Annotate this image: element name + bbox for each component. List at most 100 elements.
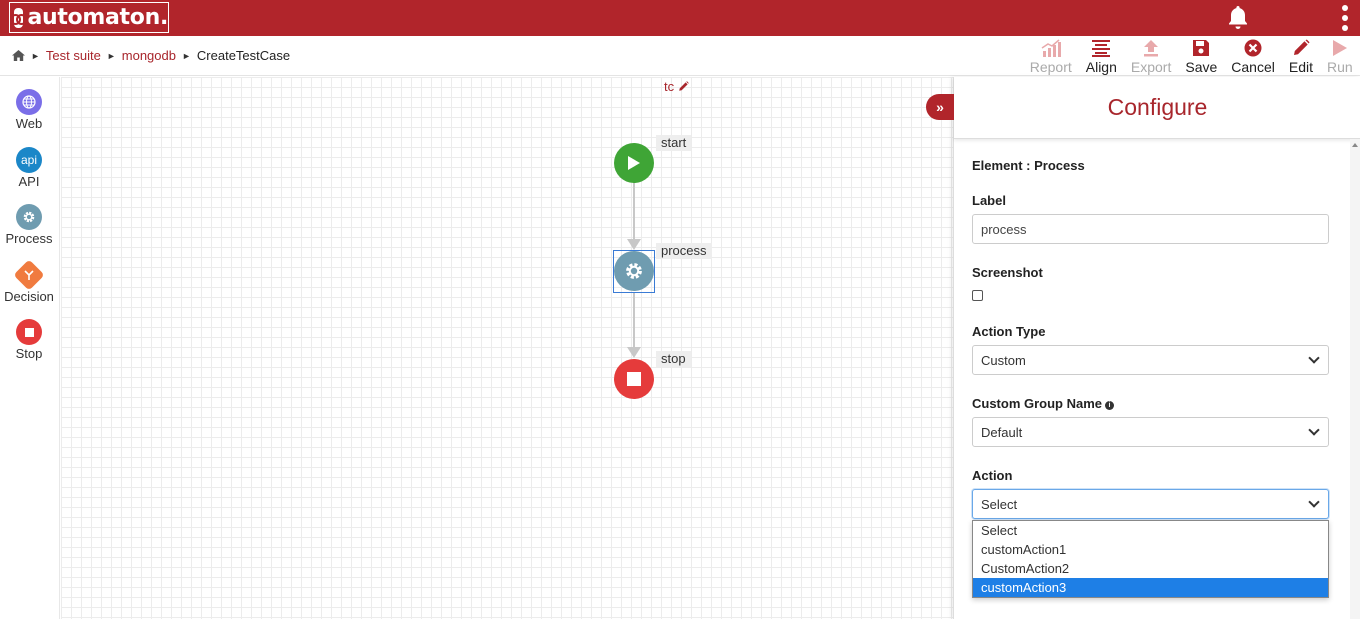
double-chevron-right-icon: » [936,99,944,115]
connector-start-process [633,182,635,240]
panel-header: Configure [954,77,1360,139]
element-palette: Web api API Process Decision Stop [0,77,60,619]
palette-process-label: Process [5,231,53,246]
palette-web[interactable]: Web [0,89,58,131]
configure-panel: Configure Element : Process Label Screen… [953,77,1360,619]
breadcrumb-test-suite[interactable]: Test suite [46,48,101,63]
breadcrumb: ► Test suite ► mongodb ► CreateTestCase [12,48,290,63]
edit-pencil-icon [1293,39,1310,55]
scroll-up-icon[interactable] [1352,143,1358,147]
api-icon: api [16,147,42,173]
edit-label: Edit [1288,59,1313,75]
stop-node[interactable] [614,359,654,399]
app-name: automaton. [27,5,168,30]
toolbar: Report Align Export Save Cancel Edit Run [1023,38,1360,75]
align-button[interactable]: Align [1079,38,1124,75]
home-icon[interactable] [12,50,25,61]
save-label: Save [1185,59,1218,75]
palette-stop[interactable]: Stop [0,319,58,361]
custom-group-value: Default [981,424,1023,440]
edit-pencil-icon[interactable] [678,81,689,92]
label-field-label: Label [972,193,1006,208]
node-label-process: process [656,243,712,259]
palette-web-label: Web [15,116,43,131]
palette-api[interactable]: api API [0,147,58,189]
info-icon[interactable]: i [1105,401,1115,410]
action-value: Select [981,496,1018,512]
action-select[interactable]: Select [972,489,1329,519]
play-icon [628,156,640,170]
app-logo[interactable]: automaton. [9,2,169,33]
screenshot-field-label: Screenshot [972,265,1043,280]
export-upload-icon [1144,40,1159,57]
top-bar: automaton. [0,0,1360,36]
chevron-down-icon [1308,496,1320,508]
custom-group-field-label: Custom Group Name i [972,396,1115,411]
panel-title: Configure [1107,94,1208,120]
breadcrumb-current: CreateTestCase [196,48,291,63]
action-option[interactable]: customAction1 [973,540,1328,559]
palette-decision-label: Decision [4,289,54,304]
report-label: Report [1029,59,1072,75]
more-menu-icon[interactable] [1341,5,1349,31]
custom-group-select[interactable]: Default [972,417,1329,447]
align-icon [1092,40,1111,57]
chevron-down-icon [1308,424,1320,436]
palette-stop-label: Stop [15,346,43,361]
notifications-bell-icon[interactable] [1226,4,1250,30]
label-input[interactable] [972,214,1329,244]
report-button[interactable]: Report [1023,38,1079,75]
chevron-down-icon [1308,352,1320,364]
element-type-label: Element : Process [972,158,1085,173]
action-field-label: Action [972,468,1013,483]
run-label: Run [1327,59,1353,75]
connector-arrow-icon [627,347,641,358]
save-floppy-icon [1193,40,1210,56]
gear-icon [16,204,42,230]
action-option-highlighted[interactable]: customAction3 [973,578,1328,597]
export-button[interactable]: Export [1124,38,1178,75]
breadcrumb-separator-icon: ► [106,50,116,61]
collapse-panel-button[interactable]: » [926,94,954,120]
process-node[interactable] [614,251,654,291]
screenshot-checkbox[interactable] [972,290,983,301]
globe-icon [16,89,42,115]
report-chart-icon [1041,39,1061,57]
align-label: Align [1085,59,1117,75]
breadcrumb-separator-icon: ► [31,50,40,61]
edit-button[interactable]: Edit [1282,38,1320,75]
action-type-value: Custom [981,352,1026,368]
palette-api-label: API [18,174,40,189]
node-label-stop: stop [656,351,691,367]
gear-icon [626,263,642,279]
action-type-field-label: Action Type [972,324,1046,339]
export-label: Export [1130,59,1172,75]
action-option[interactable]: Select [973,521,1328,540]
connector-process-stop [633,293,635,348]
sub-header: ► Test suite ► mongodb ► CreateTestCase … [0,36,1360,76]
node-label-start: start [656,135,692,151]
stop-square-icon [627,372,641,386]
cancel-x-circle-icon [1244,39,1262,57]
panel-scrollbar[interactable] [1350,139,1360,619]
run-button[interactable]: Run [1320,38,1360,75]
test-case-title[interactable]: tc [664,79,689,94]
flow-canvas[interactable]: tc start process stop [61,77,953,619]
palette-decision[interactable]: Decision [0,259,58,304]
cancel-button[interactable]: Cancel [1224,38,1282,75]
breadcrumb-mongodb[interactable]: mongodb [122,48,176,63]
run-play-icon [1333,40,1347,56]
logo-icon [10,7,28,28]
decision-diamond-icon [13,259,45,291]
action-option[interactable]: CustomAction2 [973,559,1328,578]
custom-group-label-text: Custom Group Name [972,396,1103,411]
action-dropdown-list: Select customAction1 CustomAction2 custo… [972,520,1329,598]
breadcrumb-separator-icon: ► [181,50,191,61]
start-node[interactable] [614,143,654,183]
stop-square-icon [16,319,42,345]
save-button[interactable]: Save [1178,38,1224,75]
action-type-select[interactable]: Custom [972,345,1329,375]
test-case-name: tc [664,79,675,94]
palette-process[interactable]: Process [0,204,58,246]
cancel-label: Cancel [1231,59,1275,75]
